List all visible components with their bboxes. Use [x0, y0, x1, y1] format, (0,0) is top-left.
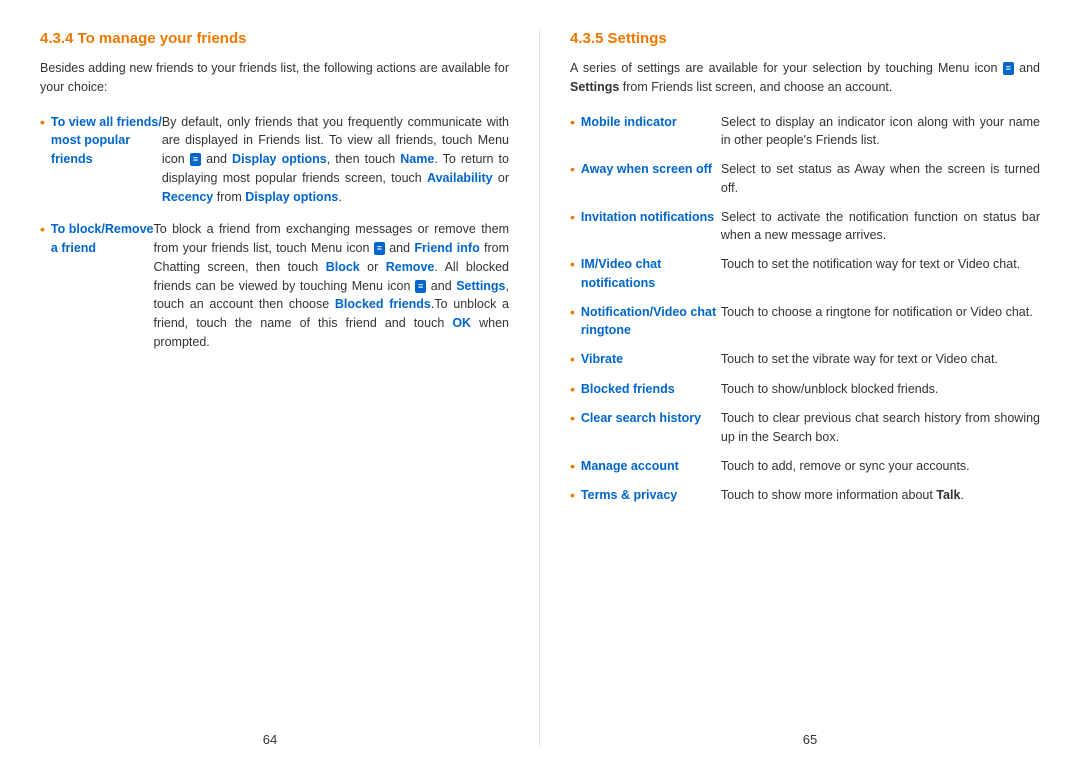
settings-desc: Touch to clear previous chat search hist… [721, 409, 1040, 447]
list-item: • Notification/Video chat ringtone Touch… [570, 303, 1040, 341]
list-item: • IM/Video chat notifications Touch to s… [570, 255, 1040, 293]
settings-desc: Touch to set the notification way for te… [721, 255, 1040, 274]
settings-desc: Select to set status as Away when the sc… [721, 160, 1040, 198]
list-item: • Clear search history Touch to clear pr… [570, 409, 1040, 447]
left-bullet-list: • To view all friends/most popularfriend… [40, 113, 509, 352]
list-item: • Terms & privacy Touch to show more inf… [570, 486, 1040, 506]
left-page-number: 64 [263, 732, 277, 747]
settings-desc: Touch to choose a ringtone for notificat… [721, 303, 1040, 322]
settings-term: Manage account [581, 457, 721, 476]
list-item: • Invitation notifications Select to act… [570, 208, 1040, 246]
list-item: • Blocked friends Touch to show/unblock … [570, 380, 1040, 400]
settings-desc: Select to activate the notification func… [721, 208, 1040, 246]
left-section-title: 4.3.4 To manage your friends [40, 30, 509, 47]
settings-term: Invitation notifications [581, 208, 721, 227]
settings-desc: Touch to show/unblock blocked friends. [721, 380, 1040, 399]
settings-desc: Touch to add, remove or sync your accoun… [721, 457, 1040, 476]
item-desc: By default, only friends that you freque… [162, 113, 509, 207]
bullet-dot: • [570, 380, 575, 400]
bullet-dot: • [570, 409, 575, 429]
item-term: To block/Removea friend [51, 220, 154, 258]
page-footer: 64 65 [0, 732, 1080, 747]
menu-icon: ≡ [1003, 62, 1014, 75]
bullet-dot: • [570, 208, 575, 228]
bullet-dot: • [570, 486, 575, 506]
list-item: • Manage account Touch to add, remove or… [570, 457, 1040, 477]
bullet-dot: • [570, 113, 575, 133]
settings-desc: Touch to show more information about Tal… [721, 486, 1040, 505]
settings-desc: Touch to set the vibrate way for text or… [721, 350, 1040, 369]
settings-term: IM/Video chat notifications [581, 255, 721, 293]
settings-list: • Mobile indicator Select to display an … [570, 113, 1040, 506]
settings-desc: Select to display an indicator icon alon… [721, 113, 1040, 151]
bullet-dot: • [570, 160, 575, 180]
list-item: • Mobile indicator Select to display an … [570, 113, 1040, 151]
bullet-dot: • [570, 255, 575, 275]
menu-icon: ≡ [374, 242, 385, 255]
settings-term: Mobile indicator [581, 113, 721, 132]
list-item: • Away when screen off Select to set sta… [570, 160, 1040, 198]
bullet-dot: • [570, 350, 575, 370]
settings-term: Clear search history [581, 409, 721, 428]
item-desc: To block a friend from exchanging messag… [153, 220, 509, 351]
settings-term: Blocked friends [581, 380, 721, 399]
right-column: 4.3.5 Settings A series of settings are … [540, 30, 1040, 747]
right-section-title: 4.3.5 Settings [570, 30, 1040, 47]
settings-term: Notification/Video chat ringtone [581, 303, 721, 341]
right-intro: A series of settings are available for y… [570, 59, 1040, 97]
menu-icon: ≡ [415, 280, 426, 293]
menu-icon: ≡ [190, 153, 201, 166]
settings-term: Away when screen off [581, 160, 721, 179]
list-item: • Vibrate Touch to set the vibrate way f… [570, 350, 1040, 370]
left-intro: Besides adding new friends to your frien… [40, 59, 509, 97]
settings-term: Vibrate [581, 350, 721, 369]
bullet-dot: • [570, 457, 575, 477]
page-container: 4.3.4 To manage your friends Besides add… [0, 0, 1080, 767]
list-item: • To view all friends/most popularfriend… [40, 113, 509, 207]
right-page-number: 65 [803, 732, 817, 747]
list-item: • To block/Removea friend To block a fri… [40, 220, 509, 351]
left-column: 4.3.4 To manage your friends Besides add… [40, 30, 540, 747]
bullet-dot: • [570, 303, 575, 323]
settings-term: Terms & privacy [581, 486, 721, 505]
bullet-dot: • [40, 220, 45, 240]
item-term: To view all friends/most popularfriends [51, 113, 162, 169]
bullet-dot: • [40, 113, 45, 133]
